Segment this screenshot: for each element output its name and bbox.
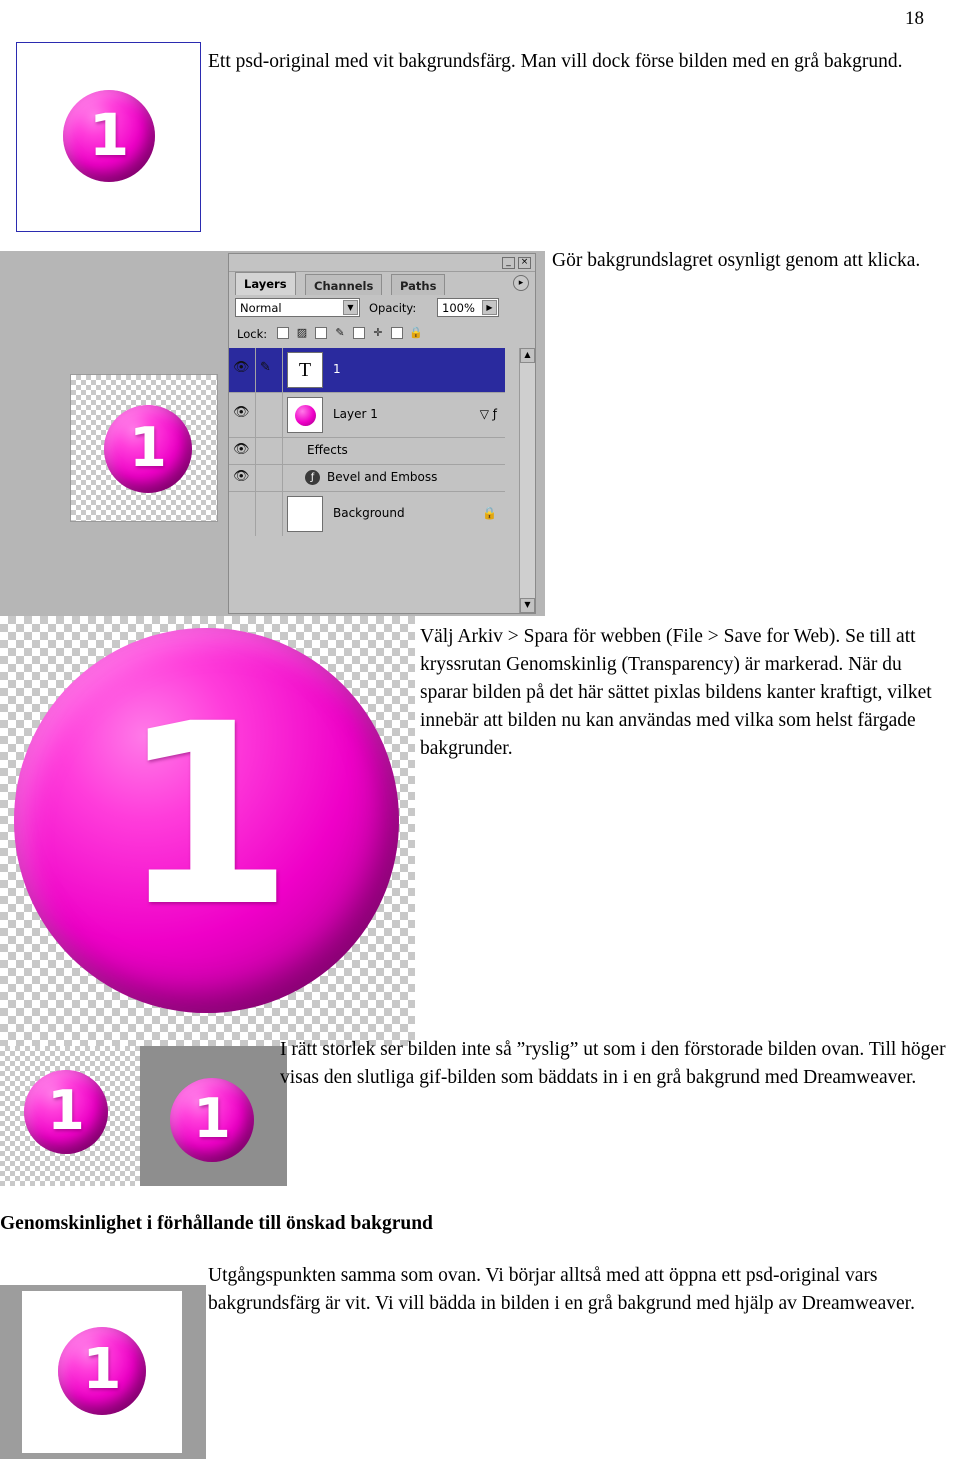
button-graphic-enlarged: 1 (14, 628, 399, 1013)
layer-row-effects[interactable]: 👁 Effects (229, 438, 505, 465)
lock-label: Lock: (237, 327, 268, 341)
palette-titlebar: _ × (229, 254, 535, 272)
lock-all-icon: 🔒 (409, 326, 423, 339)
opacity-value: 100% (442, 301, 475, 315)
layer-row-layer1[interactable]: 👁 Layer 1 ▽ ƒ (229, 393, 505, 438)
lock-paint-icon: ✎ (335, 326, 345, 339)
layer-thumb-shape (295, 405, 316, 426)
eye-icon[interactable]: 👁 (233, 361, 250, 374)
button-graphic-bottom: 1 (58, 1327, 146, 1415)
opacity-input[interactable]: 100% ▶ (437, 298, 499, 317)
button-graphic-small-transparent: 1 (24, 1070, 108, 1154)
layer-thumbnail-background[interactable] (287, 496, 323, 532)
layers-list: 👁 ✎ T 1 👁 Layer 1 ▽ ƒ 👁 Effects 👁 ƒ Beve… (229, 348, 535, 613)
button-digit: 1 (129, 415, 167, 479)
background-visibility-cell[interactable] (229, 492, 256, 536)
tab-layers[interactable]: Layers (235, 272, 296, 295)
section-heading-transparency: Genomskinlighet i förhållande till önska… (0, 1213, 433, 1234)
page-number: 18 (905, 8, 924, 29)
scroll-down-icon[interactable]: ▼ (520, 598, 535, 613)
blend-mode-row: Normal ▼ Opacity: 100% ▶ (229, 296, 535, 320)
layer-name-background: Background (333, 506, 405, 520)
background-link-cell[interactable] (256, 492, 283, 536)
figure-small-grey-background: 1 (140, 1046, 287, 1186)
button-graphic-transparent: 1 (104, 405, 192, 493)
eye-icon[interactable]: 👁 (233, 406, 250, 419)
layer-name-text: 1 (333, 362, 341, 376)
chevron-down-icon[interactable]: ▼ (343, 300, 358, 315)
button-digit: 1 (193, 1086, 231, 1150)
figure-enlarged-transparent: 1 (0, 616, 415, 1046)
paragraph-starting-point: Utgångspunkten samma som ovan. Vi börjar… (208, 1265, 915, 1314)
opacity-label: Opacity: (369, 301, 417, 315)
lock-move-icon: ✛ (373, 326, 383, 339)
effects-label: Effects (307, 443, 348, 457)
layer-row-text[interactable]: 👁 ✎ T 1 (229, 348, 505, 393)
blend-mode-value: Normal (240, 301, 282, 315)
layers-palette[interactable]: _ × Layers Channels Paths ▸ Normal ▼ Opa… (228, 253, 536, 614)
layer-row-background[interactable]: Background 🔒 (229, 492, 505, 536)
bevel-emboss-label: Bevel and Emboss (327, 470, 438, 484)
palette-menu-icon[interactable]: ▸ (513, 275, 529, 291)
button-digit: 1 (47, 1078, 85, 1142)
tab-channels[interactable]: Channels (305, 274, 383, 295)
figure-psd-on-grey: 1 (0, 1285, 206, 1459)
background-lock-icon: 🔒 (482, 506, 497, 520)
eye-icon[interactable]: 👁 (233, 443, 250, 456)
effect-fx-icon: ƒ (305, 470, 320, 485)
bevel-visibility-cell[interactable]: 👁 (229, 465, 256, 491)
button-digit: 1 (119, 669, 294, 961)
eye-icon[interactable]: 👁 (233, 470, 250, 483)
layer-visibility-cell[interactable]: 👁 (229, 393, 256, 437)
layer-row-bevel-emboss[interactable]: 👁 ƒ Bevel and Emboss (229, 465, 505, 492)
layer-link-cell[interactable] (256, 393, 283, 437)
layer-visibility-cell[interactable]: 👁 (229, 348, 256, 392)
figure-original-psd: 1 (16, 42, 201, 232)
blend-mode-select[interactable]: Normal ▼ (235, 298, 360, 317)
lock-transparency-icon: ▨ (296, 326, 308, 339)
button-graphic-small-grey: 1 (170, 1078, 254, 1162)
tab-paths[interactable]: Paths (391, 274, 446, 295)
paragraph-final-gif: I rätt storlek ser bilden inte så ”rysli… (280, 1039, 946, 1088)
lock-image-checkbox[interactable] (315, 327, 327, 339)
effects-link-cell (256, 438, 283, 464)
figure-white-inner: 1 (22, 1291, 182, 1453)
close-icon[interactable]: × (518, 257, 531, 269)
pencil-icon[interactable]: ✎ (260, 361, 271, 374)
lock-row: Lock: ▨ ✎ ✛ 🔒 (229, 322, 535, 349)
button-digit: 1 (82, 1336, 122, 1402)
minimize-icon[interactable]: _ (502, 257, 515, 269)
bevel-link-cell (256, 465, 283, 491)
button-graphic-original: 1 (63, 90, 155, 182)
layer-thumbnail-layer1[interactable] (287, 397, 323, 433)
palette-tabs: Layers Channels Paths ▸ (229, 271, 535, 295)
paragraph-original-description: Ett psd-original med vit bakgrundsfärg. … (208, 51, 903, 72)
lock-all-checkbox[interactable] (391, 327, 403, 339)
figure-small-transparent: 1 (0, 1046, 140, 1186)
button-digit: 1 (88, 100, 130, 169)
layer-link-cell[interactable]: ✎ (256, 348, 283, 392)
paragraph-hide-background: Gör bakgrundslagret osynligt genom att k… (552, 250, 921, 271)
effects-visibility-cell[interactable]: 👁 (229, 438, 256, 464)
paragraph-save-for-web: Välj Arkiv > Spara för webben (File > Sa… (420, 626, 932, 759)
chevron-right-icon[interactable]: ▶ (482, 300, 497, 315)
scroll-up-icon[interactable]: ▲ (520, 348, 535, 363)
layer-thumbnail-text[interactable]: T (287, 352, 323, 388)
lock-transparency-checkbox[interactable] (277, 327, 289, 339)
lock-position-checkbox[interactable] (353, 327, 365, 339)
layer-name-layer1: Layer 1 (333, 407, 378, 421)
layer-effects-indicator[interactable]: ▽ ƒ (480, 407, 497, 421)
layers-scrollbar[interactable]: ▲ ▼ (519, 348, 535, 613)
document-page: 18 1 Ett psd-original med vit bakgrundsf… (0, 0, 960, 1459)
figure-transparent-thumbnail: 1 (70, 374, 218, 522)
